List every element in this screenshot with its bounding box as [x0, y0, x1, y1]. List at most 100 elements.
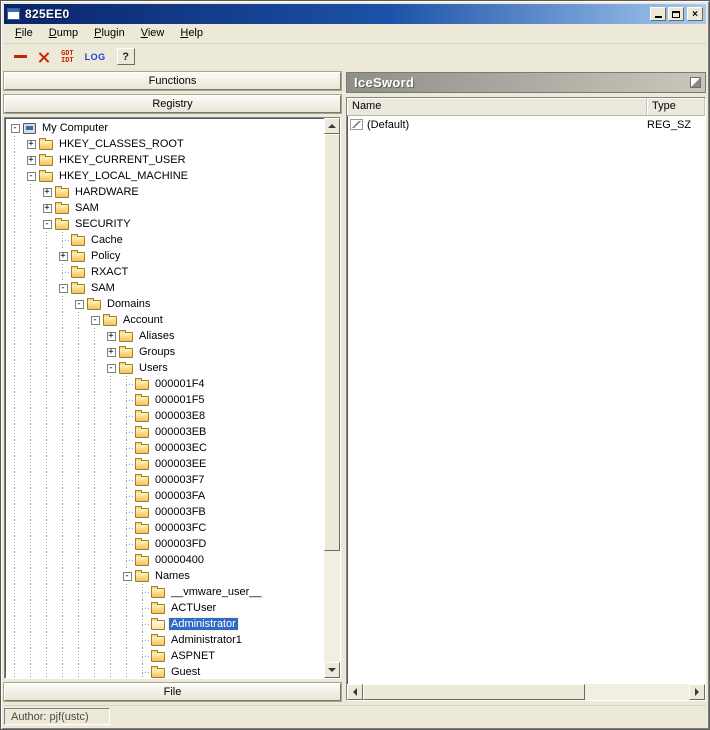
scroll-left-button[interactable] [347, 684, 363, 700]
tree-node[interactable]: RXACT [7, 264, 324, 280]
expander-cell[interactable]: + [103, 328, 119, 344]
tree-node[interactable]: + Aliases [7, 328, 324, 344]
tree-node[interactable]: 000003FA [7, 488, 324, 504]
panel-corner-icon[interactable] [690, 77, 701, 88]
tree-node[interactable]: 000003EE [7, 456, 324, 472]
collapse-icon[interactable]: - [123, 572, 132, 581]
tree-node-label[interactable]: RXACT [89, 266, 130, 278]
expander-cell[interactable]: - [39, 216, 55, 232]
vertical-scroll-thumb[interactable] [324, 134, 340, 551]
tree-node[interactable]: + Policy [7, 248, 324, 264]
expander-cell[interactable]: - [7, 120, 23, 136]
remove-icon[interactable] [14, 55, 27, 58]
tree-node-label[interactable]: 000003E8 [153, 410, 207, 422]
tree-node[interactable]: -SECURITY [7, 216, 324, 232]
expander-cell[interactable]: + [23, 152, 39, 168]
menu-item-plugin[interactable]: Plugin [86, 25, 133, 42]
tree-node[interactable]: +SAM [7, 200, 324, 216]
horizontal-scroll-track[interactable] [363, 684, 689, 700]
expander-cell[interactable]: - [23, 168, 39, 184]
tree-node[interactable]: + HKEY_CLASSES_ROOT [7, 136, 324, 152]
tree-node-label[interactable]: SAM [89, 282, 117, 294]
minimize-button[interactable] [650, 7, 666, 21]
expand-icon[interactable]: + [107, 332, 116, 341]
menu-item-help[interactable]: Help [172, 25, 211, 42]
tree-node-label[interactable]: Groups [137, 346, 177, 358]
tree-node-label[interactable]: 00000400 [153, 554, 206, 566]
tree-node-label[interactable]: Account [121, 314, 165, 326]
tree-node-label[interactable]: 000003FC [153, 522, 208, 534]
tree-node[interactable]: 000003FD [7, 536, 324, 552]
scroll-down-button[interactable] [324, 662, 340, 678]
tree-node-label[interactable]: HARDWARE [73, 186, 141, 198]
tree-node[interactable]: - SAM [7, 280, 324, 296]
log-button[interactable]: LOG [85, 52, 106, 62]
tree-node[interactable]: + Groups [7, 344, 324, 360]
horizontal-scroll-thumb[interactable] [363, 684, 585, 700]
menu-item-dump[interactable]: Dump [41, 25, 86, 42]
tree-node[interactable]: - Domains [7, 296, 324, 312]
expander-cell[interactable]: - [87, 312, 103, 328]
tree-node[interactable]: - My Computer [7, 120, 324, 136]
tree-node[interactable]: + HARDWARE [7, 184, 324, 200]
collapse-icon[interactable]: - [43, 220, 52, 229]
tree-node[interactable]: __vmware_user__ [7, 584, 324, 600]
tree-node-label[interactable]: 000001F4 [153, 378, 207, 390]
tree-node-label[interactable]: HKEY_CURRENT_USER [57, 154, 188, 166]
expander-cell[interactable]: + [23, 136, 39, 152]
tree-node-label[interactable]: HKEY_CLASSES_ROOT [57, 138, 186, 150]
value-row[interactable]: (Default)REG_SZ [347, 116, 705, 133]
tree-node-label[interactable]: 000003FB [153, 506, 208, 518]
tree-node[interactable]: 000001F5 [7, 392, 324, 408]
collapse-icon[interactable]: - [75, 300, 84, 309]
menu-item-file[interactable]: File [7, 25, 41, 42]
maximize-button[interactable] [668, 7, 684, 21]
collapse-icon[interactable]: - [27, 172, 36, 181]
tree-node-label[interactable]: 000003FD [153, 538, 208, 550]
tree-node[interactable]: Cache [7, 232, 324, 248]
tree-node[interactable]: ACTUser [7, 600, 324, 616]
tree-node-label[interactable]: Administrator1 [169, 634, 244, 646]
tree-node-label[interactable]: 000001F5 [153, 394, 207, 406]
tree-node-label[interactable]: 000003EB [153, 426, 208, 438]
delete-icon[interactable] [38, 51, 50, 63]
collapse-icon[interactable]: - [107, 364, 116, 373]
expander-cell[interactable]: - [119, 568, 135, 584]
expander-cell[interactable]: + [55, 248, 71, 264]
scroll-up-button[interactable] [324, 118, 340, 134]
tree-node-label[interactable]: Names [153, 570, 192, 582]
tree-node-label[interactable]: Administrator [169, 618, 238, 630]
tree-node-label[interactable]: Aliases [137, 330, 176, 342]
tree-node-label[interactable]: Policy [89, 250, 122, 262]
tree-node[interactable]: Administrator1 [7, 632, 324, 648]
menu-item-view[interactable]: View [133, 25, 173, 42]
functions-button[interactable]: Functions [4, 72, 341, 90]
registry-button[interactable]: Registry [4, 95, 341, 113]
tree-node[interactable]: 000003EC [7, 440, 324, 456]
tree-node[interactable]: + HKEY_CURRENT_USER [7, 152, 324, 168]
close-button[interactable]: × [687, 7, 703, 21]
tree-node-label[interactable]: Domains [105, 298, 152, 310]
collapse-icon[interactable]: - [59, 284, 68, 293]
expander-cell[interactable]: - [55, 280, 71, 296]
tree-node[interactable]: - Account [7, 312, 324, 328]
file-button[interactable]: File [4, 683, 341, 701]
vertical-scroll-track[interactable] [324, 134, 340, 662]
expander-cell[interactable]: - [103, 360, 119, 376]
tree-node[interactable]: 000003FC [7, 520, 324, 536]
tree-node[interactable]: ASPNET [7, 648, 324, 664]
tree-node[interactable]: 000003F7 [7, 472, 324, 488]
expand-icon[interactable]: + [27, 156, 36, 165]
tree-node[interactable]: -Users [7, 360, 324, 376]
tree-node-label[interactable]: Guest [169, 666, 202, 678]
expand-icon[interactable]: + [107, 348, 116, 357]
help-button[interactable]: ? [117, 48, 135, 65]
tree-node[interactable]: - Names [7, 568, 324, 584]
expander-cell[interactable]: + [39, 184, 55, 200]
tree-node-label[interactable]: My Computer [40, 122, 110, 134]
collapse-icon[interactable]: - [91, 316, 100, 325]
expand-icon[interactable]: + [27, 140, 36, 149]
expander-cell[interactable]: - [71, 296, 87, 312]
tree-node-label[interactable]: 000003F7 [153, 474, 207, 486]
column-header-name[interactable]: Name [347, 98, 647, 115]
